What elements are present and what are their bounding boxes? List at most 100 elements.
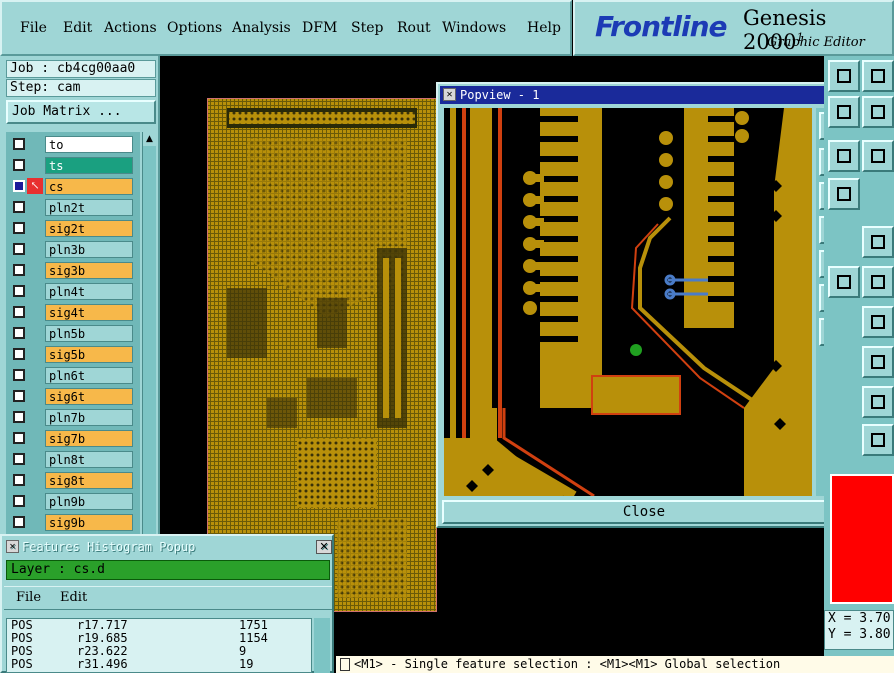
layer-row[interactable]: ts — [9, 157, 135, 174]
layer-name[interactable]: sig6t — [45, 388, 133, 405]
menu-rout[interactable]: Rout — [397, 20, 431, 36]
layer-checkbox[interactable] — [13, 243, 25, 255]
layer-name[interactable]: pln7b — [45, 409, 133, 426]
layer-row[interactable]: sig7b — [9, 430, 135, 447]
select-button[interactable] — [828, 266, 860, 298]
menu-options[interactable]: Options — [167, 20, 222, 36]
layer-row[interactable]: pln8t — [9, 451, 135, 468]
layer-name[interactable]: pln3b — [45, 241, 133, 258]
layer-row[interactable]: sig3b — [9, 262, 135, 279]
layer-row[interactable]: sig2t — [9, 220, 135, 237]
layer-checkbox[interactable] — [13, 474, 25, 486]
triangle-tool-button[interactable] — [862, 386, 894, 418]
histogram-menu-file[interactable]: File — [16, 590, 41, 605]
layer-name[interactable]: pln8t — [45, 451, 133, 468]
menu-help[interactable]: Help — [527, 20, 561, 36]
layer-row[interactable]: sig6t — [9, 388, 135, 405]
layer-checkbox[interactable] — [13, 495, 25, 507]
layer-row[interactable]: sig8t — [9, 472, 135, 489]
layer-list-scrollbar[interactable]: ▲ — [142, 132, 156, 538]
layer-name[interactable]: sig8t — [45, 472, 133, 489]
window-menu-icon[interactable]: ✕ — [443, 88, 456, 101]
layer-row[interactable]: sig4t — [9, 304, 135, 321]
layer-checkbox[interactable] — [13, 411, 25, 423]
zoom-area-button[interactable] — [862, 96, 894, 128]
layer-name[interactable]: pln4t — [45, 283, 133, 300]
window-arrange-button[interactable] — [862, 60, 894, 92]
layer-row[interactable]: to — [9, 136, 135, 153]
layer-checkbox[interactable] — [13, 138, 25, 150]
delete-button[interactable] — [862, 266, 894, 298]
menu-edit[interactable]: Edit — [63, 20, 92, 36]
layer-name[interactable]: pln6t — [45, 367, 133, 384]
layer-name[interactable]: sig2t — [45, 220, 133, 237]
layer-row[interactable]: pln5b — [9, 325, 135, 342]
pan-button[interactable] — [828, 140, 860, 172]
select-icon — [837, 275, 851, 289]
popview-zoom-canvas[interactable] — [444, 108, 812, 496]
layer-checkbox[interactable] — [13, 348, 25, 360]
layer-row[interactable]: pln3b — [9, 241, 135, 258]
histogram-row[interactable]: POS r23.622 9 — [7, 645, 311, 658]
close-icon[interactable]: ✕ — [316, 540, 332, 554]
layer-checkbox[interactable] — [13, 453, 25, 465]
layer-name[interactable]: sig9b — [45, 514, 133, 531]
draw-line-button[interactable] — [862, 226, 894, 258]
layer-checkbox[interactable] — [13, 516, 25, 528]
menu-windows[interactable]: Windows — [442, 20, 506, 36]
layer-name[interactable]: pln9b — [45, 493, 133, 510]
measure-button[interactable] — [862, 306, 894, 338]
histogram-titlebar[interactable]: ✕ Features Histogram Popup ✕ — [4, 538, 332, 556]
view-button[interactable] — [828, 178, 860, 210]
menu-analysis[interactable]: Analysis — [232, 20, 291, 36]
menu-dfm[interactable]: DFM — [302, 20, 337, 36]
popview-close-button[interactable]: Close — [442, 500, 846, 524]
layer-checkbox[interactable] — [13, 159, 25, 171]
layer-checkbox[interactable] — [13, 264, 25, 276]
layer-checkbox[interactable] — [13, 390, 25, 402]
layer-checkbox[interactable] — [13, 327, 25, 339]
move-button[interactable] — [862, 140, 894, 172]
layer-row[interactable]: pln7b — [9, 409, 135, 426]
histogram-scrollbar[interactable] — [314, 618, 330, 673]
layer-row[interactable]: pln9b — [9, 493, 135, 510]
zoom-home-button[interactable] — [828, 60, 860, 92]
layer-checkbox[interactable] — [13, 369, 25, 381]
layer-name[interactable]: pln2t — [45, 199, 133, 216]
snap-button[interactable] — [862, 346, 894, 378]
layer-name[interactable]: cs — [45, 178, 133, 195]
layer-name[interactable]: sig7b — [45, 430, 133, 447]
layer-checkbox[interactable] — [13, 306, 25, 318]
draw-line-icon — [871, 235, 885, 249]
scroll-up-arrow-icon[interactable]: ▲ — [143, 132, 156, 146]
menu-actions[interactable]: Actions — [104, 20, 157, 36]
layer-row[interactable]: pln6t — [9, 367, 135, 384]
menu-file[interactable]: File — [20, 20, 47, 36]
histogram-row[interactable]: POS r31.496 19 — [7, 658, 311, 671]
layer-name[interactable]: sig5b — [45, 346, 133, 363]
histogram-row[interactable]: POS r19.685 1154 — [7, 632, 311, 645]
layer-name[interactable]: sig4t — [45, 304, 133, 321]
layer-checkbox[interactable] — [13, 180, 25, 192]
layer-checkbox[interactable] — [13, 222, 25, 234]
layer-row[interactable]: sig9b — [9, 514, 135, 531]
window-menu-icon[interactable]: ✕ — [6, 540, 19, 553]
layer-checkbox[interactable] — [13, 201, 25, 213]
popview-titlebar[interactable]: ✕ Popview - 1 ✕ — [440, 86, 848, 104]
layer-up-button[interactable] — [828, 96, 860, 128]
layer-checkbox[interactable] — [13, 285, 25, 297]
pointer-tool-button[interactable] — [862, 424, 894, 456]
layer-checkbox[interactable] — [13, 432, 25, 444]
layer-name[interactable]: pln5b — [45, 325, 133, 342]
histogram-menu-edit[interactable]: Edit — [60, 590, 87, 605]
layer-row[interactable]: sig5b — [9, 346, 135, 363]
layer-name[interactable]: ts — [45, 157, 133, 174]
layer-row[interactable]: ↖ cs — [9, 178, 135, 195]
job-matrix-button[interactable]: Job Matrix ... — [6, 100, 156, 124]
layer-list[interactable]: to ts ↖ cs pln2t sig2t pln3b sig3b pln4t sig4t pln… — [6, 132, 140, 538]
layer-row[interactable]: pln2t — [9, 199, 135, 216]
layer-name[interactable]: to — [45, 136, 133, 153]
layer-name[interactable]: sig3b — [45, 262, 133, 279]
layer-row[interactable]: pln4t — [9, 283, 135, 300]
menu-step[interactable]: Step — [351, 20, 383, 36]
